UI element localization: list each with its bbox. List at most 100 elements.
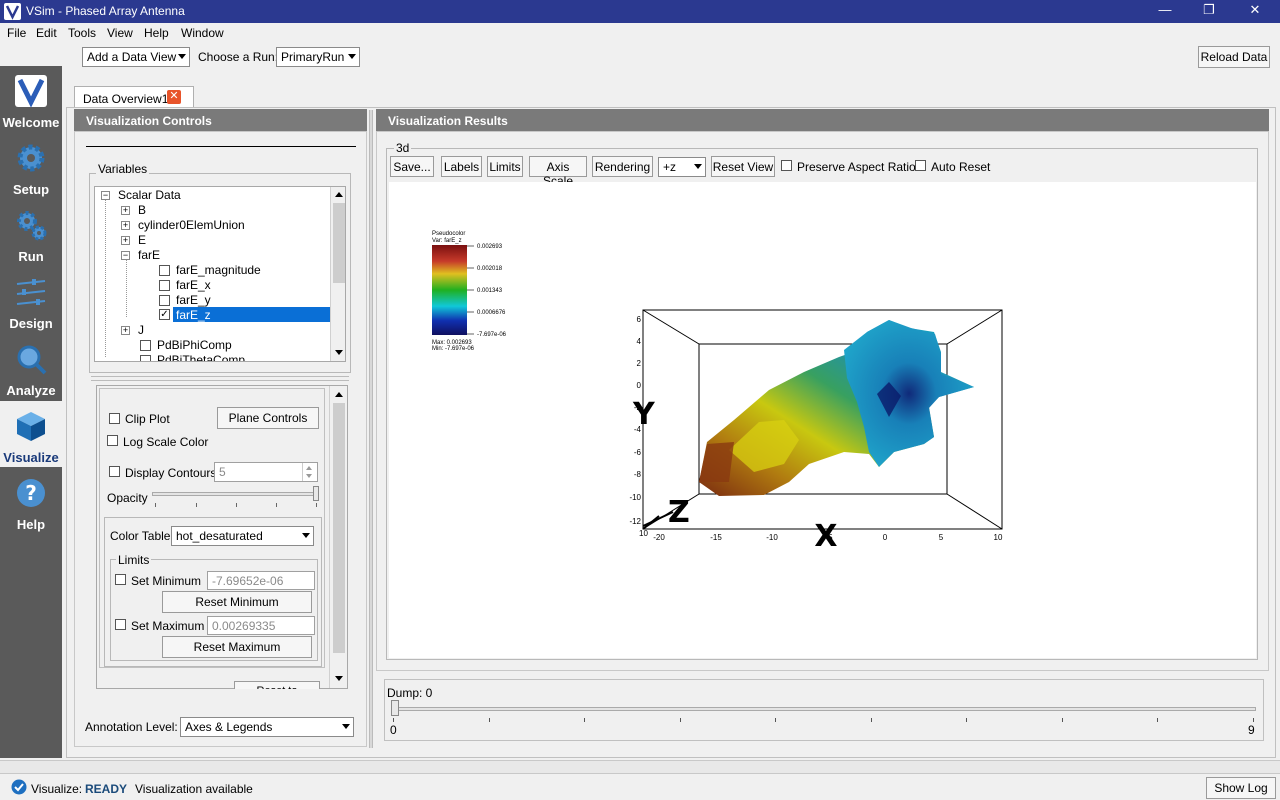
checkbox-pdbithetacomp[interactable]	[140, 355, 151, 361]
checkbox-pdbiphicomp[interactable]	[140, 340, 151, 351]
tree-item-pdbiphicomp[interactable]: PdBiPhiComp	[157, 338, 232, 352]
scroll-up-icon[interactable]	[335, 392, 343, 397]
left-navigation: Welcome Setup Run Design Analyze Visuali…	[0, 66, 62, 758]
checkbox-fare-magnitude[interactable]	[159, 265, 170, 276]
menu-help[interactable]: Help	[144, 26, 169, 40]
scroll-down-icon[interactable]	[335, 676, 343, 681]
checkbox-fare-x[interactable]	[159, 280, 170, 291]
tree-expander-icon[interactable]: −	[101, 191, 110, 200]
3d-viewport[interactable]: Pseudocolor Var: farE_z 0.002693 0.00201…	[389, 182, 1256, 658]
menu-edit[interactable]: Edit	[36, 26, 57, 40]
minimum-field[interactable]: -7.69652e-06	[207, 571, 315, 590]
scroll-up-icon[interactable]	[335, 192, 343, 197]
add-data-view-dropdown[interactable]: Add a Data View	[82, 47, 190, 67]
clip-plot-checkbox[interactable]	[109, 413, 120, 424]
labels-button[interactable]: Labels	[441, 156, 482, 177]
set-minimum-label: Set Minimum	[131, 574, 202, 588]
limits-button[interactable]: Limits	[487, 156, 523, 177]
nav-run[interactable]: Run	[0, 200, 62, 266]
x-tick: -5	[825, 533, 833, 542]
tab-data-overview[interactable]: Data Overview1 ✕	[74, 86, 194, 108]
run-dropdown[interactable]: PrimaryRun	[276, 47, 360, 67]
plane-controls-button[interactable]: Plane Controls	[217, 407, 319, 429]
axis-scale-button[interactable]: Axis Scale	[529, 156, 587, 188]
contours-spinbox[interactable]: 5	[214, 462, 318, 482]
menu-file[interactable]: File	[7, 26, 26, 40]
tree-item-e[interactable]: E	[138, 233, 146, 247]
opacity-slider[interactable]	[152, 492, 318, 496]
tree-item-scalar-data[interactable]: Scalar Data	[118, 188, 181, 202]
preserve-aspect-checkbox[interactable]	[781, 160, 792, 171]
variables-tree[interactable]: − Scalar Data + B + cylinder0ElemUnion +…	[94, 186, 346, 362]
legend-title: Pseudocolor	[432, 231, 465, 237]
rendering-button[interactable]: Rendering	[592, 156, 653, 177]
close-button[interactable]: ✕	[1240, 2, 1270, 20]
tree-item-fare-z[interactable]: farE_z	[176, 308, 211, 322]
preserve-aspect-label: Preserve Aspect Ratio	[797, 160, 916, 174]
splitter-handle[interactable]	[91, 376, 349, 381]
set-minimum-checkbox[interactable]	[115, 574, 126, 585]
set-maximum-checkbox[interactable]	[115, 619, 126, 630]
restore-button[interactable]: ❐	[1194, 2, 1224, 20]
reset-view-button[interactable]: Reset View	[711, 156, 775, 177]
nav-welcome[interactable]: Welcome	[0, 66, 62, 132]
save-button[interactable]: Save...	[390, 156, 434, 177]
maximum-field[interactable]: 0.00269335	[207, 616, 315, 635]
color-table-value: hot_desaturated	[176, 529, 263, 543]
auto-reset-checkbox[interactable]	[915, 160, 926, 171]
nav-analyze-label: Analyze	[6, 383, 56, 398]
3d-surface	[699, 320, 974, 496]
tree-item-b[interactable]: B	[138, 203, 146, 217]
tree-item-fare-y[interactable]: farE_y	[176, 293, 211, 307]
tree-scrollbar[interactable]	[330, 187, 345, 361]
spin-buttons[interactable]	[302, 463, 316, 481]
panel-splitter[interactable]	[369, 110, 373, 748]
reset-maximum-button[interactable]: Reset Maximum	[162, 636, 312, 658]
tree-item-pdbithetacomp[interactable]: PdBiThetaComp	[157, 353, 245, 361]
dump-tick	[966, 718, 968, 722]
tree-expander-icon[interactable]: +	[121, 326, 130, 335]
controls-scrollbar[interactable]	[329, 386, 347, 688]
reset-minimum-button[interactable]: Reset Minimum	[162, 591, 312, 613]
tree-expander-icon[interactable]: +	[121, 236, 130, 245]
log-scale-checkbox[interactable]	[107, 435, 118, 446]
tree-item-cylinder[interactable]: cylinder0ElemUnion	[138, 218, 245, 232]
tree-item-fare-magnitude[interactable]: farE_magnitude	[176, 263, 261, 277]
nav-visualize[interactable]: Visualize	[0, 401, 62, 467]
tree-expander-icon[interactable]: −	[121, 251, 130, 260]
view-direction-value: +z	[663, 160, 677, 174]
nav-design-label: Design	[9, 316, 53, 331]
tree-expander-icon[interactable]: +	[121, 221, 130, 230]
dump-slider[interactable]	[392, 707, 1256, 711]
dump-label: Dump: 0	[387, 686, 433, 700]
tree-item-j[interactable]: J	[138, 323, 144, 337]
menu-tools[interactable]: Tools	[68, 26, 96, 40]
view-direction-dropdown[interactable]: +z	[658, 157, 706, 177]
scroll-down-icon[interactable]	[335, 350, 343, 355]
annotation-level-dropdown[interactable]: Axes & Legends	[180, 717, 354, 737]
reset-defaults-button[interactable]: Reset to Defaults	[234, 681, 320, 689]
checkbox-fare-y[interactable]	[159, 295, 170, 306]
menu-view[interactable]: View	[107, 26, 133, 40]
opacity-slider-handle[interactable]	[313, 486, 319, 501]
nav-help[interactable]: ? Help	[0, 468, 62, 534]
reload-data-button[interactable]: Reload Data	[1198, 46, 1270, 68]
nav-analyze[interactable]: Analyze	[0, 334, 62, 400]
checkbox-fare-z[interactable]: ✓	[159, 309, 170, 320]
display-contours-checkbox[interactable]	[109, 466, 120, 477]
tree-item-fare-x[interactable]: farE_x	[176, 278, 211, 292]
scroll-thumb[interactable]	[333, 203, 345, 283]
dump-slider-handle[interactable]	[391, 700, 399, 716]
show-log-button[interactable]: Show Log	[1206, 777, 1276, 799]
run-value: PrimaryRun	[281, 50, 345, 64]
nav-setup[interactable]: Setup	[0, 133, 62, 199]
nav-design[interactable]: Design	[0, 267, 62, 333]
tree-expander-icon[interactable]: +	[121, 206, 130, 215]
minimize-button[interactable]: —	[1150, 2, 1180, 20]
tree-item-fare[interactable]: farE	[138, 248, 160, 262]
color-table-dropdown[interactable]: hot_desaturated	[171, 526, 314, 546]
scroll-thumb[interactable]	[333, 403, 345, 653]
horizontal-scrollbar[interactable]	[0, 760, 1280, 774]
close-tab-icon[interactable]: ✕	[167, 90, 181, 104]
menu-window[interactable]: Window	[181, 26, 224, 40]
